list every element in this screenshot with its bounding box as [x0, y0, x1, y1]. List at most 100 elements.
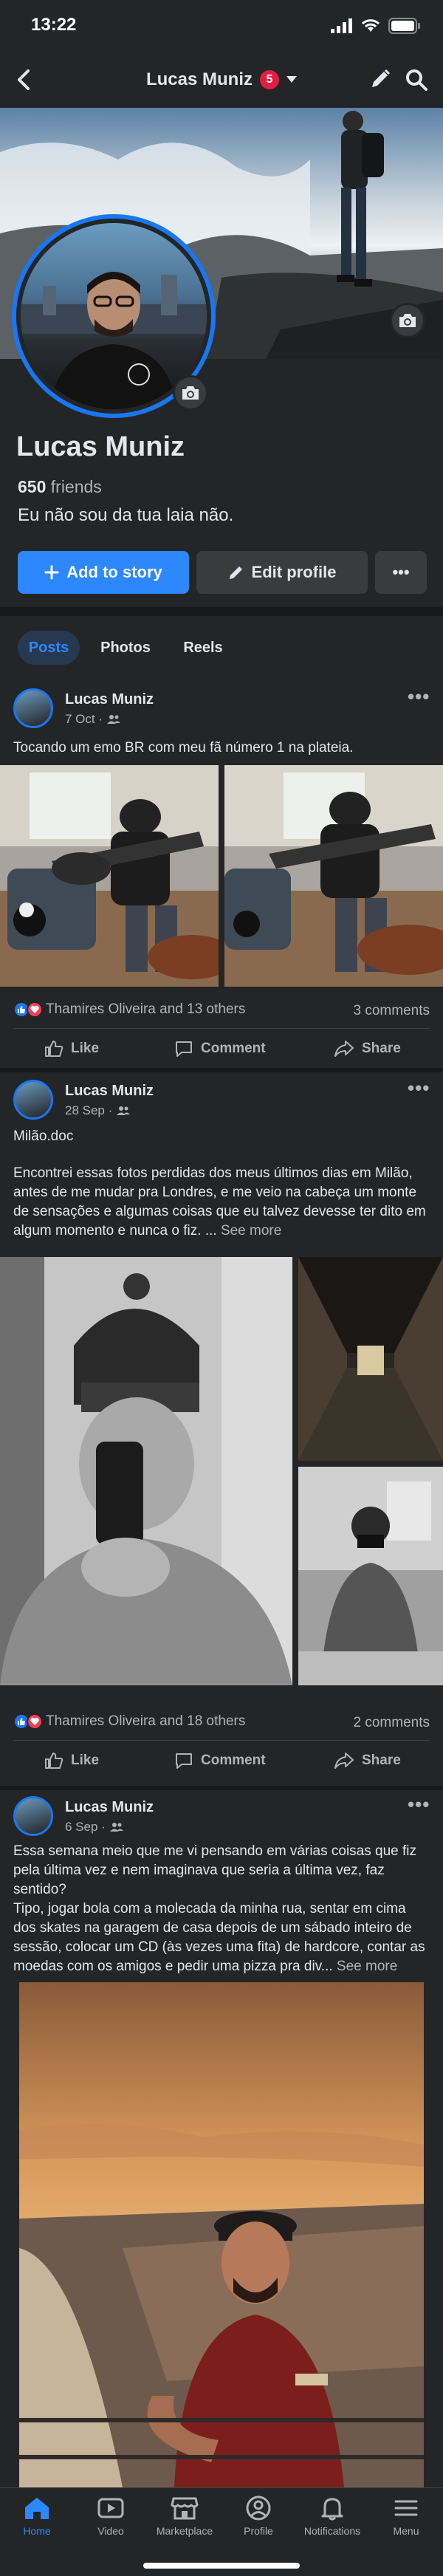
reactions-summary[interactable]: Thamires Oliveira and 18 others	[13, 1713, 245, 1730]
edit-profile-button[interactable]: Edit profile	[196, 551, 368, 594]
like-button[interactable]: Like	[44, 1040, 99, 1058]
post-meta: 6 Sep ·	[65, 1820, 123, 1835]
share-label: Share	[362, 1753, 401, 1768]
tab-posts[interactable]: Posts	[18, 631, 80, 665]
post-photo-1[interactable]	[0, 1257, 292, 1685]
comment-icon	[176, 1041, 192, 1057]
comment-button[interactable]: Comment	[174, 1040, 266, 1058]
post-author[interactable]: Lucas Muniz	[65, 1799, 154, 1816]
profile-name: Lucas Muniz	[16, 431, 185, 462]
love-reaction-icon	[27, 1001, 43, 1018]
comment-icon	[176, 1753, 192, 1769]
tab-reels[interactable]: Reels	[171, 631, 235, 665]
marketplace-icon	[171, 2497, 199, 2520]
post-ellipsis: ...	[205, 1223, 217, 1239]
wifi-icon	[361, 19, 380, 32]
post-date[interactable]: 6 Sep ·	[65, 1820, 106, 1835]
post-date[interactable]: 7 Oct ·	[65, 712, 103, 727]
post-photo-3[interactable]	[298, 1467, 443, 1685]
like-icon	[45, 1753, 63, 1769]
signal-icon	[331, 18, 352, 33]
add-to-story-button[interactable]: Add to story	[18, 551, 189, 594]
post-text: Encontrei essas fotos perdidas dos meus …	[13, 1164, 431, 1241]
status-icons	[331, 18, 421, 34]
post-text: Tocando um emo BR com meu fã número 1 na…	[13, 740, 354, 756]
nav-title: Lucas Muniz	[145, 69, 253, 89]
camera-icon	[182, 386, 199, 400]
notification-badge: 5	[260, 70, 279, 89]
like-label: Like	[71, 1753, 100, 1768]
post-author-avatar[interactable]	[13, 688, 53, 728]
post-body-continued: Tipo, jogar bola com a molecada da minha…	[13, 1900, 431, 1976]
tab-profile-label: Profile	[244, 2525, 273, 2537]
share-icon	[334, 1041, 354, 1057]
pencil-icon	[229, 566, 242, 579]
post-title-text: Milão.doc	[13, 1128, 74, 1144]
profile-bio: Eu não sou da tua laia não.	[18, 505, 234, 525]
share-button[interactable]: Share	[334, 1040, 401, 1058]
tab-photos[interactable]: Photos	[92, 631, 159, 665]
post-options-icon[interactable]: •••	[408, 1077, 430, 1100]
edit-pencil-icon[interactable]	[369, 68, 391, 94]
profile-icon	[246, 2496, 271, 2521]
post-date[interactable]: 28 Sep ·	[65, 1103, 112, 1118]
post-photo-1[interactable]	[0, 765, 219, 987]
reactions-summary[interactable]: Thamires Oliveira and 13 others	[13, 1001, 245, 1018]
menu-icon	[394, 2500, 418, 2516]
post-meta: 7 Oct ·	[65, 712, 121, 727]
tab-marketplace[interactable]: Marketplace	[148, 2496, 222, 2537]
see-more-link[interactable]: See more	[337, 1959, 397, 1974]
friends-audience-icon	[109, 1823, 123, 1832]
like-button[interactable]: Like	[44, 1752, 99, 1770]
comment-button[interactable]: Comment	[174, 1752, 266, 1770]
comments-count[interactable]: 2 comments	[354, 1715, 430, 1731]
status-bar: 13:22	[0, 0, 443, 52]
profile-camera-button[interactable]	[173, 375, 208, 411]
post-author[interactable]: Lucas Muniz	[65, 691, 154, 708]
post-author-avatar[interactable]	[13, 1080, 53, 1120]
comment-label: Comment	[201, 1753, 266, 1768]
add-to-story-label: Add to story	[66, 563, 162, 581]
tab-video-label: Video	[97, 2525, 124, 2537]
post-body: Encontrei essas fotos perdidas dos meus …	[13, 1165, 426, 1239]
comment-label: Comment	[201, 1041, 266, 1056]
post-photo-2[interactable]	[224, 765, 443, 987]
friends-audience-icon	[117, 1106, 131, 1115]
tab-menu[interactable]: Menu	[369, 2496, 443, 2537]
post-photo-1[interactable]	[19, 1982, 424, 2487]
cover-camera-button[interactable]	[390, 303, 425, 338]
post-text: Essa semana meio que me vi pensando em v…	[13, 1842, 431, 1976]
reactions-text: Thamires Oliveira and 18 others	[46, 1713, 246, 1729]
post-options-icon[interactable]: •••	[408, 1793, 430, 1816]
see-more-link[interactable]: See more	[221, 1223, 281, 1239]
post-divider	[13, 1028, 430, 1029]
status-time: 13:22	[31, 15, 77, 35]
edit-profile-label: Edit profile	[251, 563, 337, 581]
tab-home-label: Home	[23, 2525, 51, 2537]
post-body: Essa semana meio que me vi pensando em v…	[13, 1843, 416, 1897]
post-card: Lucas Muniz 7 Oct · ••• Tocando um emo B…	[0, 669, 443, 1068]
home-icon	[25, 2498, 49, 2519]
top-nav: Lucas Muniz 5	[0, 52, 443, 108]
post-divider	[13, 1740, 430, 1741]
friends-count[interactable]: 650 friends	[18, 477, 102, 497]
post-author[interactable]: Lucas Muniz	[65, 1083, 154, 1100]
search-icon[interactable]	[405, 68, 428, 95]
friends-number: 650	[18, 477, 47, 496]
share-icon	[334, 1753, 354, 1769]
tab-video[interactable]: Video	[74, 2496, 148, 2537]
more-icon: •••	[392, 563, 410, 581]
post-card: Lucas Muniz 6 Sep · ••• Essa semana meio…	[0, 1790, 443, 2487]
post-options-icon[interactable]: •••	[408, 685, 430, 708]
tab-profile[interactable]: Profile	[222, 2496, 295, 2537]
post-photo-2[interactable]	[298, 1257, 443, 1461]
profile-more-button[interactable]: •••	[375, 551, 427, 594]
share-button[interactable]: Share	[334, 1752, 401, 1770]
tab-home[interactable]: Home	[0, 2496, 74, 2537]
tab-notifications[interactable]: Notifications	[295, 2496, 369, 2537]
comments-count[interactable]: 3 comments	[354, 1003, 430, 1019]
post-author-avatar[interactable]	[13, 1796, 53, 1836]
tab-menu-label: Menu	[393, 2525, 419, 2537]
share-label: Share	[362, 1041, 401, 1056]
tab-notifications-label: Notifications	[303, 2525, 361, 2537]
